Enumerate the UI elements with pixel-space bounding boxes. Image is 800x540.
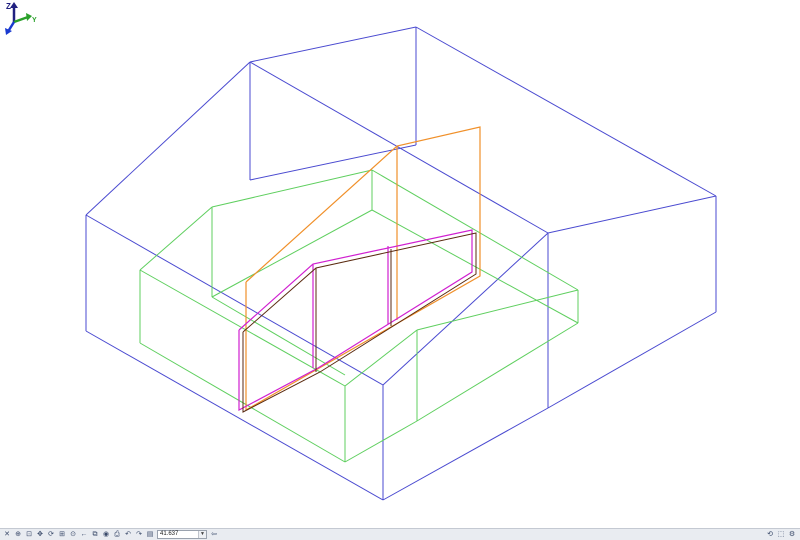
chevron-down-icon[interactable]: ▼: [198, 531, 206, 538]
view-tools-group: ✕ ⊕ ⊡ ✥ ⟳ ⊞ ⊙ ← ⧉ ◉ ⎙ ↶ ↷ ▤: [2, 530, 156, 540]
cube-view-icon[interactable]: ⬚: [776, 530, 786, 540]
zoom-area-icon[interactable]: ⊡: [24, 530, 34, 540]
view-options-group: ⟲ ⬚ ⚙: [765, 530, 798, 540]
view-toolbar: ✕ ⊕ ⊡ ✥ ⟳ ⊞ ⊙ ← ⧉ ◉ ⎙ ↶ ↷ ▤ 41.637 ▼ ⇦ ⟲ ⬚ ⚙: [0, 528, 800, 540]
render-icon[interactable]: ◉: [101, 530, 111, 540]
axis-triad: Z Y: [5, 2, 37, 35]
y-axis-label: Y: [32, 17, 37, 24]
wireframe-model: [85, 26, 717, 501]
coordinate-input[interactable]: 41.637 ▼: [157, 530, 207, 539]
go-icon[interactable]: ⇦: [209, 530, 219, 540]
settings-icon[interactable]: ⚙: [787, 530, 797, 540]
footprint-wireframe: [139, 169, 579, 463]
print-icon[interactable]: ⎙: [112, 530, 122, 540]
pan-icon[interactable]: ✥: [35, 530, 45, 540]
gable-plane-outline: [245, 126, 481, 412]
3d-viewport[interactable]: Z Y: [0, 0, 800, 528]
zoom-icon[interactable]: ⊕: [13, 530, 23, 540]
envelope-wireframe: [85, 26, 717, 501]
select-view-icon[interactable]: ⧉: [90, 530, 100, 540]
coordinate-tools-group: ⇦: [209, 530, 220, 540]
undo-view-icon[interactable]: ↶: [123, 530, 133, 540]
rotate-icon[interactable]: ⟳: [46, 530, 56, 540]
view-center-icon[interactable]: ⊙: [68, 530, 78, 540]
fit-view-icon[interactable]: ⊞: [57, 530, 67, 540]
z-axis-label: Z: [6, 2, 11, 11]
arrow-left-icon[interactable]: ←: [79, 530, 89, 540]
close-view-icon[interactable]: ✕: [2, 530, 12, 540]
redo-view-icon[interactable]: ↷: [134, 530, 144, 540]
sync-icon[interactable]: ⟲: [765, 530, 775, 540]
frame-outline: [242, 232, 477, 413]
layers-icon[interactable]: ▤: [145, 530, 155, 540]
coordinate-value: 41.637: [160, 531, 179, 537]
